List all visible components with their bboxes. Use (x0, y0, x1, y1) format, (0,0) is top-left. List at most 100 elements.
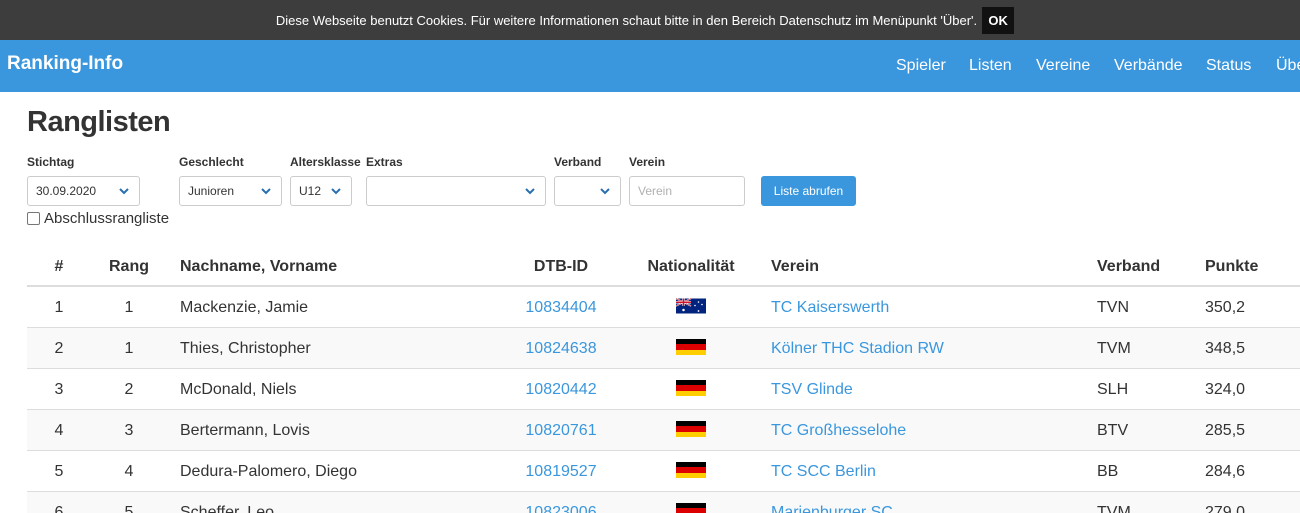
verein-label: Verein (629, 155, 666, 169)
col-rang-header[interactable]: Rang (109, 258, 149, 276)
table-header: # Rang Nachname, Vorname DTB-ID National… (27, 246, 1300, 287)
abschlussrangliste-label: Abschlussrangliste (44, 210, 170, 227)
cell-name: McDonald, Niels (180, 381, 297, 398)
cookie-banner: Diese Webseite benutzt Cookies. Für weit… (0, 0, 1300, 40)
geschlecht-value: Junioren (188, 184, 235, 198)
cell-verband: BB (1097, 463, 1119, 480)
verein-link[interactable]: Kölner THC Stadion RW (771, 340, 944, 358)
col-dtbid-header[interactable]: DTB-ID (534, 258, 588, 276)
dtb-id-link[interactable]: 10820761 (525, 422, 596, 440)
cell-punkte: 285,5 (1205, 422, 1246, 439)
cell-num: 1 (54, 299, 64, 316)
cell-num: 3 (54, 381, 64, 398)
cell-rang: 1 (124, 299, 134, 316)
verein-link[interactable]: TC Kaiserswerth (771, 299, 889, 317)
nav-spieler[interactable]: Spieler (896, 57, 946, 75)
cell-rang: 5 (124, 504, 134, 513)
table-row: 4 3 Bertermann, Lovis 10820761 TC Großhe… (27, 410, 1300, 451)
cell-punkte: 279,0 (1205, 504, 1246, 513)
col-nationality-header[interactable]: Nationalität (647, 258, 734, 276)
australia-flag-icon (676, 298, 706, 314)
cell-verband: TVN (1097, 299, 1129, 316)
dtb-id-link[interactable]: 10820442 (525, 381, 596, 399)
verein-link[interactable]: TSV Glinde (771, 381, 853, 399)
nav-vereine[interactable]: Vereine (1036, 57, 1090, 75)
page-title: Ranglisten (27, 106, 171, 138)
col-num-header[interactable]: # (55, 258, 64, 276)
chevron-down-icon (331, 188, 341, 195)
cell-name: Bertermann, Lovis (180, 422, 310, 439)
germany-flag-icon (676, 339, 706, 355)
cell-rang: 4 (124, 463, 134, 480)
cell-name: Dedura-Palomero, Diego (180, 463, 357, 480)
verband-label: Verband (554, 155, 602, 169)
ranking-table: # Rang Nachname, Vorname DTB-ID National… (27, 246, 1300, 513)
cell-punkte: 324,0 (1205, 381, 1246, 398)
liste-abrufen-button[interactable]: Liste abrufen (761, 176, 856, 206)
cell-punkte: 284,6 (1205, 463, 1246, 480)
altersklasse-label: Altersklasse (290, 155, 361, 169)
chevron-down-icon (525, 188, 535, 195)
stichtag-select[interactable]: 30.09.2020 (27, 176, 140, 206)
dtb-id-link[interactable]: 10834404 (525, 299, 596, 317)
cell-verband: SLH (1097, 381, 1129, 398)
nav-ueber[interactable]: Über (1276, 57, 1300, 75)
col-name-header[interactable]: Nachname, Vorname (180, 258, 337, 276)
chevron-down-icon (119, 188, 129, 195)
cell-verband: BTV (1097, 422, 1129, 439)
cell-verband: TVM (1097, 340, 1131, 357)
cookie-text: Diese Webseite benutzt Cookies. Für weit… (275, 12, 978, 28)
germany-flag-icon (676, 462, 706, 478)
stichtag-label: Stichtag (27, 155, 75, 169)
navbar: Ranking-Info Spieler Listen Vereine Verb… (0, 40, 1300, 92)
table-row: 1 1 Mackenzie, Jamie 10834404 TC Kaisers… (27, 287, 1300, 328)
abschlussrangliste-toggle[interactable]: Abschlussrangliste (27, 210, 169, 227)
cell-num: 6 (54, 504, 64, 513)
germany-flag-icon (676, 503, 706, 513)
cookie-ok-button[interactable]: OK (982, 6, 1015, 34)
chevron-down-icon (261, 188, 271, 195)
cell-punkte: 348,5 (1205, 340, 1246, 357)
geschlecht-select[interactable]: Junioren (179, 176, 282, 206)
col-verein-header[interactable]: Verein (771, 258, 819, 276)
col-punkte-header[interactable]: Punkte (1205, 258, 1258, 276)
col-verband-header[interactable]: Verband (1097, 258, 1160, 276)
verein-link[interactable]: TC SCC Berlin (771, 463, 876, 481)
cell-num: 4 (54, 422, 64, 439)
extras-label: Extras (366, 155, 403, 169)
abschlussrangliste-checkbox[interactable] (27, 212, 40, 225)
cell-num: 5 (54, 463, 64, 480)
cell-rang: 2 (124, 381, 134, 398)
nav-status[interactable]: Status (1206, 57, 1251, 75)
cell-rang: 3 (124, 422, 134, 439)
verein-placeholder: Verein (638, 184, 673, 198)
cell-num: 2 (54, 340, 64, 357)
altersklasse-value: U12 (299, 184, 322, 198)
stichtag-value: 30.09.2020 (36, 184, 97, 198)
germany-flag-icon (676, 421, 706, 437)
dtb-id-link[interactable]: 10819527 (525, 463, 596, 481)
brand-logo[interactable]: Ranking-Info (7, 53, 123, 75)
nav-verbaende[interactable]: Verbände (1114, 57, 1183, 75)
dtb-id-link[interactable]: 10824638 (525, 340, 596, 358)
geschlecht-label: Geschlecht (179, 155, 244, 169)
table-row: 5 4 Dedura-Palomero, Diego 10819527 TC S… (27, 451, 1300, 492)
cell-punkte: 350,2 (1205, 299, 1246, 316)
verband-select[interactable] (554, 176, 621, 206)
cell-name: Thies, Christopher (180, 340, 311, 357)
table-row: 6 5 Scheffer, Leo 10823006 Marienburger … (27, 492, 1300, 513)
verein-link[interactable]: Marienburger SC (771, 504, 893, 513)
dtb-id-link[interactable]: 10823006 (525, 504, 596, 513)
extras-select[interactable] (366, 176, 546, 206)
cell-rang: 1 (124, 340, 134, 357)
altersklasse-select[interactable]: U12 (290, 176, 352, 206)
table-row: 3 2 McDonald, Niels 10820442 TSV Glinde … (27, 369, 1300, 410)
table-row: 2 1 Thies, Christopher 10824638 Kölner T… (27, 328, 1300, 369)
cell-name: Scheffer, Leo (180, 504, 274, 513)
chevron-down-icon (600, 188, 610, 195)
verein-link[interactable]: TC Großhesselohe (771, 422, 906, 440)
germany-flag-icon (676, 380, 706, 396)
nav-listen[interactable]: Listen (969, 57, 1012, 75)
cell-verband: TVM (1097, 504, 1131, 513)
verein-input[interactable]: Verein (629, 176, 745, 206)
